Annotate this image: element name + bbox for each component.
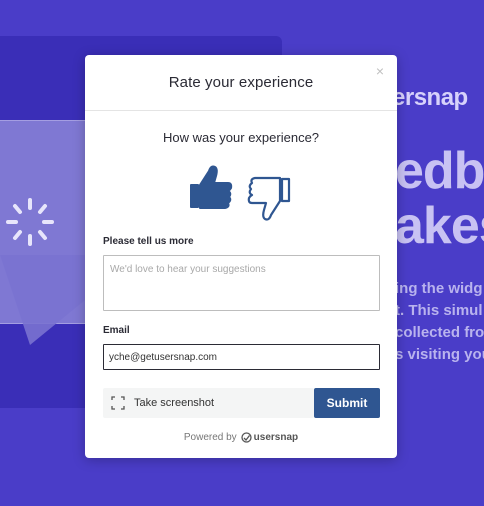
email-field[interactable] — [103, 344, 380, 370]
background-logo: ersnap — [392, 84, 468, 111]
widget-title: Rate your experience — [168, 74, 314, 91]
screenshot-crop-icon — [111, 396, 125, 410]
powered-by: Powered by usersnap — [85, 432, 397, 443]
feedback-textarea[interactable] — [103, 255, 380, 311]
background-body-line: ing the widg — [395, 280, 483, 297]
usersnap-logo-link[interactable]: usersnap — [241, 432, 298, 443]
submit-button[interactable]: Submit — [314, 388, 380, 418]
thumbs-down-icon[interactable] — [245, 163, 293, 223]
feedback-widget: Rate your experience × How was your expe… — [85, 55, 397, 458]
email-label: Email — [103, 325, 130, 336]
powered-by-text: Powered by — [183, 432, 237, 443]
widget-header: Rate your experience × — [85, 55, 397, 111]
background-body-line: s visiting you — [395, 346, 484, 363]
close-button[interactable]: × — [374, 64, 386, 78]
widget-actions: Take screenshot Submit — [103, 388, 380, 418]
take-screenshot-button[interactable]: Take screenshot — [103, 388, 314, 418]
usersnap-logo-icon — [241, 432, 252, 443]
background-body-line: t. This simul — [395, 302, 483, 319]
background-headline-line1: edb — [395, 142, 484, 200]
background-body-line: collected fro — [395, 324, 484, 341]
thumbs-up-icon[interactable] — [187, 163, 235, 223]
thumbs-rating — [185, 163, 297, 223]
take-screenshot-label: Take screenshot — [134, 397, 215, 409]
usersnap-brand-name: usersnap — [253, 432, 299, 443]
rating-question: How was your experience? — [162, 130, 320, 145]
feedback-label: Please tell us more — [103, 236, 194, 247]
background-headline-line2: akes — [395, 197, 484, 255]
loading-spinner-icon — [6, 198, 54, 246]
